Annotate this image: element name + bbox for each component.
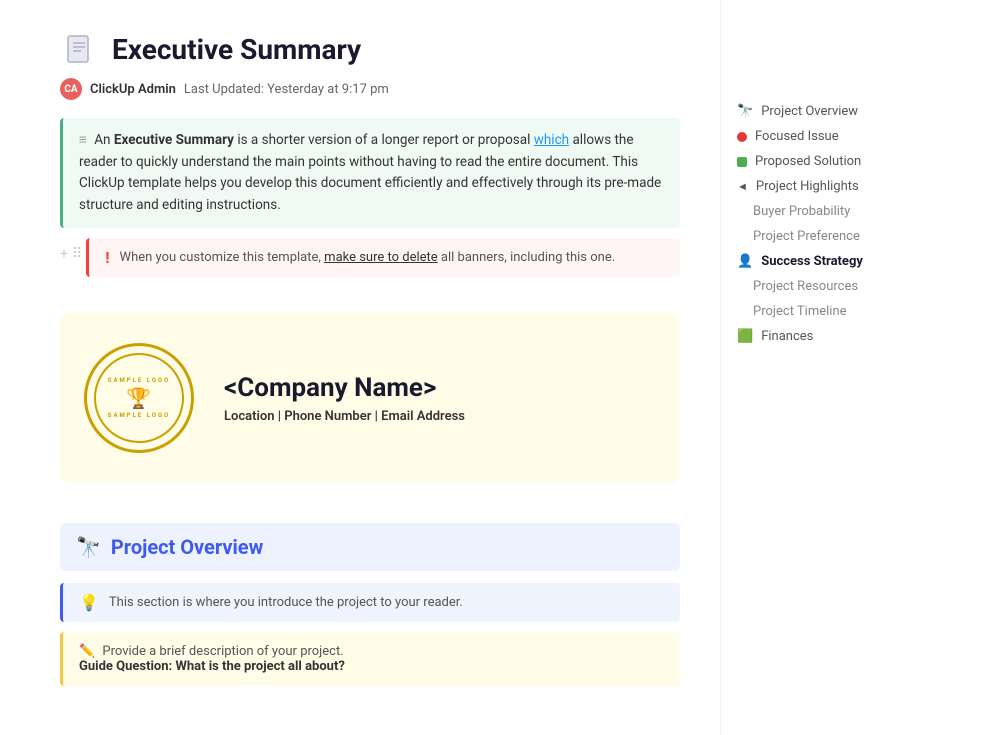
bold-text: Executive Summary <box>114 132 234 148</box>
warning-text: When you customize this template, make s… <box>120 250 616 265</box>
warning-icon: ! <box>105 248 109 267</box>
sidebar-label-proposed-solution: Proposed Solution <box>755 154 861 169</box>
sidebar-item-project-highlights[interactable]: ◄ Project Highlights <box>731 175 914 198</box>
sidebar-label-project-timeline: Project Timeline <box>753 304 847 319</box>
company-card: SAMPLE LOGO 🏆 SAMPLE LOGO <Company Name>… <box>60 313 680 483</box>
guide-icon: ✏️ <box>79 644 95 659</box>
company-logo: SAMPLE LOGO 🏆 SAMPLE LOGO <box>84 343 194 453</box>
sidebar-item-project-timeline[interactable]: Project Timeline <box>731 300 914 323</box>
sidebar-label-buyer-probability: Buyer Probability <box>753 204 850 219</box>
row-drag-icon[interactable]: ⠿ <box>72 246 82 262</box>
company-info: <Company Name> Location | Phone Number |… <box>224 373 465 424</box>
info-banner-icon: ≡ <box>79 132 87 148</box>
sidebar-item-proposed-solution[interactable]: Proposed Solution <box>731 150 914 173</box>
sidebar-label-success-strategy: Success Strategy <box>761 254 863 269</box>
company-name[interactable]: <Company Name> <box>224 373 465 403</box>
sidebar-item-focused-issue[interactable]: Focused Issue <box>731 125 914 148</box>
sidebar-label-project-resources: Project Resources <box>753 279 858 294</box>
section-header: 🔭 Project Overview <box>60 523 680 571</box>
sidebar-item-project-resources[interactable]: Project Resources <box>731 275 914 298</box>
project-overview-section: 🔭 Project Overview 💡 This section is whe… <box>60 523 680 686</box>
info-banner: ≡ An Executive Summary is a shorter vers… <box>60 118 680 228</box>
guide-text: Provide a brief description of your proj… <box>102 644 343 659</box>
section-title: Project Overview <box>111 535 263 559</box>
note-icon: 💡 <box>79 593 99 612</box>
success-strategy-icon: 👤 <box>737 254 753 269</box>
guide-bold: Guide Question: What is the project all … <box>79 659 345 674</box>
sidebar-item-buyer-probability[interactable]: Buyer Probability <box>731 200 914 223</box>
sidebar-item-project-preference[interactable]: Project Preference <box>731 225 914 248</box>
note-text: This section is where you introduce the … <box>109 595 463 610</box>
doc-header: Executive Summary <box>60 30 680 68</box>
doc-icon <box>60 30 98 68</box>
sidebar-label-project-overview: Project Overview <box>761 104 858 119</box>
guide-box: ✏️ Provide a brief description of your p… <box>60 632 680 686</box>
sidebar-label-project-preference: Project Preference <box>753 229 860 244</box>
section-note: 💡 This section is where you introduce th… <box>60 583 680 622</box>
logo-crown-icon: 🏆 <box>126 386 152 410</box>
sidebar-item-project-overview[interactable]: 🔭 Project Overview <box>731 100 914 123</box>
delete-link[interactable]: make sure to delete <box>324 250 438 265</box>
last-updated: Last Updated: Yesterday at 9:17 pm <box>184 82 389 97</box>
sidebar-label-finances: Finances <box>761 329 813 344</box>
sidebar: 🔭 Project Overview Focused Issue Propose… <box>720 0 930 735</box>
doc-meta: CA ClickUp Admin Last Updated: Yesterday… <box>60 78 680 100</box>
avatar: CA <box>60 78 82 100</box>
sidebar-item-finances[interactable]: 🟩 Finances <box>731 325 914 348</box>
sidebar-label-focused-issue: Focused Issue <box>755 129 839 144</box>
logo-text-bottom: SAMPLE LOGO <box>108 412 170 419</box>
logo-text-top: SAMPLE LOGO <box>108 377 170 384</box>
finances-icon: 🟩 <box>737 329 753 344</box>
proposed-solution-square <box>737 157 747 167</box>
which-link[interactable]: which <box>534 132 569 148</box>
page-title: Executive Summary <box>112 33 361 66</box>
company-details: Location | Phone Number | Email Address <box>224 409 465 424</box>
sidebar-label-project-highlights: Project Highlights <box>756 179 859 194</box>
author-name: ClickUp Admin <box>90 82 176 97</box>
project-overview-icon: 🔭 <box>737 104 753 119</box>
warning-banner: ! When you customize this template, make… <box>86 238 680 277</box>
project-highlights-icon: ◄ <box>737 180 748 193</box>
focused-issue-dot <box>737 132 747 142</box>
sidebar-item-success-strategy[interactable]: 👤 Success Strategy <box>731 250 914 273</box>
section-icon: 🔭 <box>76 535 101 559</box>
row-add-icon[interactable]: + <box>60 246 68 262</box>
